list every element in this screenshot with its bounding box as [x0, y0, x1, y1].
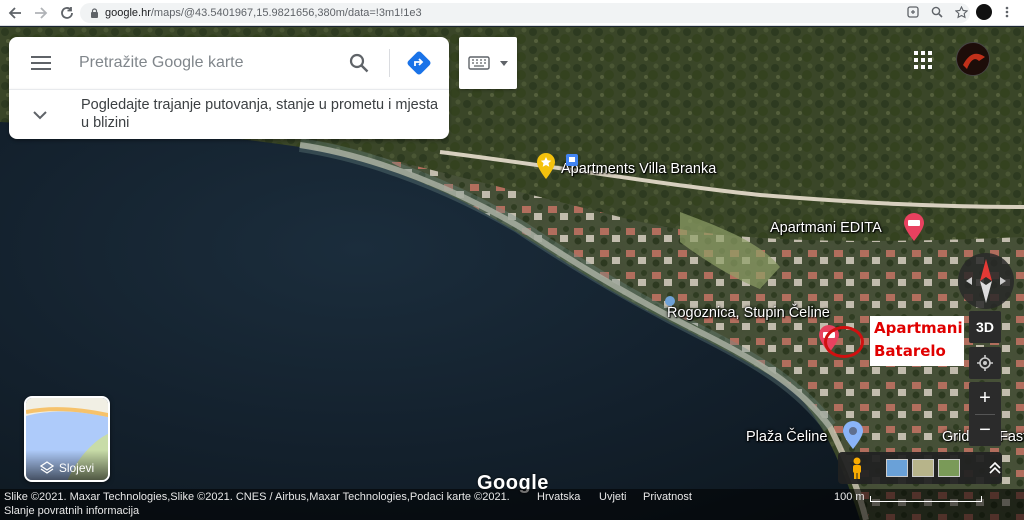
small-poi-icon[interactable]	[664, 295, 676, 307]
imagery-thumb-1[interactable]	[886, 459, 908, 477]
chevron-down-icon	[33, 111, 47, 120]
map-label-rogoznica[interactable]: Rogoznica, Stupin Čeline	[667, 305, 830, 321]
hamburger-icon	[31, 56, 51, 70]
map-footer: Slike ©2021. Maxar Technologies,Slike ©2…	[0, 489, 1024, 520]
travel-info-text: Pogledajte trajanje putovanja, stanje u …	[81, 97, 439, 131]
dropdown-arrow-icon	[500, 60, 508, 66]
back-button[interactable]	[4, 2, 26, 24]
compass-icon	[966, 259, 1006, 303]
menu-button[interactable]	[21, 43, 61, 83]
privacy-link[interactable]: Privatnost	[643, 491, 692, 503]
scale-bar	[870, 496, 982, 502]
search-input[interactable]	[79, 54, 339, 72]
imagery-thumb-3[interactable]	[938, 459, 960, 477]
more-menu-icon[interactable]	[998, 3, 1016, 21]
account-avatar[interactable]	[956, 42, 990, 76]
expand-up-icon[interactable]	[988, 461, 1002, 475]
imagery-strip	[838, 452, 1002, 484]
bus-stop-icon[interactable]	[566, 154, 578, 166]
imagery-thumb-2[interactable]	[912, 459, 934, 477]
travel-info-card[interactable]: Pogledajte trajanje putovanja, stanje u …	[9, 89, 449, 139]
zoom-in-button[interactable]: +	[969, 382, 1001, 414]
scale-label[interactable]: 100 m	[834, 491, 865, 503]
bookmark-star-icon[interactable]	[952, 3, 970, 21]
zoom-icon[interactable]	[928, 3, 946, 21]
terms-link[interactable]: Uvjeti	[599, 491, 627, 503]
lock-icon	[91, 8, 98, 18]
map-label-villa-branka[interactable]: Apartments Villa Branka	[561, 161, 716, 177]
hotel-pin-icon[interactable]	[903, 212, 925, 242]
address-bar[interactable]: google.hr/maps/@43.5401967,15.9821656,38…	[80, 3, 970, 23]
url-path: /maps/@43.5401967,15.9821656,380m/data=!…	[150, 7, 422, 19]
map-label-grid[interactable]: Grid	[942, 429, 969, 445]
directions-button[interactable]	[405, 49, 433, 77]
feedback-link[interactable]: Slanje povratnih informacija	[4, 505, 139, 517]
page-icon[interactable]	[904, 3, 922, 21]
forward-button[interactable]	[30, 2, 52, 24]
map-label-apartmani-edita[interactable]: Apartmani EDITA	[770, 220, 882, 236]
my-location-button[interactable]	[969, 347, 1001, 379]
apps-grid-icon	[914, 51, 932, 69]
annotation-line-1: Apartmani	[874, 319, 963, 337]
beach-pin-icon[interactable]	[842, 420, 864, 450]
search-button[interactable]	[345, 49, 373, 77]
map-label-fast[interactable]: Fast	[999, 429, 1024, 445]
compass-control[interactable]	[958, 253, 1014, 309]
zoom-controls: + −	[969, 382, 1001, 446]
browser-toolbar: google.hr/maps/@43.5401967,15.9821656,38…	[0, 0, 1024, 26]
input-tools-button[interactable]	[459, 37, 517, 89]
layers-icon	[39, 461, 54, 474]
country-link[interactable]: Hrvatska	[537, 491, 580, 503]
attribution-text: Slike ©2021. Maxar Technologies,Slike ©2…	[4, 491, 510, 503]
search-box	[9, 37, 449, 89]
google-apps-button[interactable]	[910, 47, 936, 73]
star-pin-icon[interactable]	[536, 152, 556, 180]
layers-label: Slojevi	[58, 461, 95, 475]
layers-label-row: Slojevi	[26, 450, 108, 480]
url-domain: google.hr	[105, 7, 151, 19]
directions-icon	[407, 51, 431, 75]
annotation-line-2: Batarelo	[874, 342, 946, 360]
zoom-out-button[interactable]: −	[969, 414, 1001, 446]
3d-toggle-button[interactable]: 3D	[969, 311, 1001, 343]
annotation-circle	[824, 326, 864, 358]
location-target-icon	[977, 355, 993, 371]
pegman-icon[interactable]	[844, 455, 870, 481]
map-label-plaza-celine[interactable]: Plaža Čeline	[746, 429, 827, 445]
reload-button[interactable]	[56, 2, 78, 24]
search-divider	[389, 49, 390, 77]
annotation-text: Apartmani Batarelo	[874, 317, 963, 363]
keyboard-icon	[468, 56, 490, 70]
layers-button[interactable]: Slojevi	[24, 396, 110, 482]
browser-profile-avatar[interactable]	[976, 4, 992, 20]
search-icon	[349, 53, 369, 73]
